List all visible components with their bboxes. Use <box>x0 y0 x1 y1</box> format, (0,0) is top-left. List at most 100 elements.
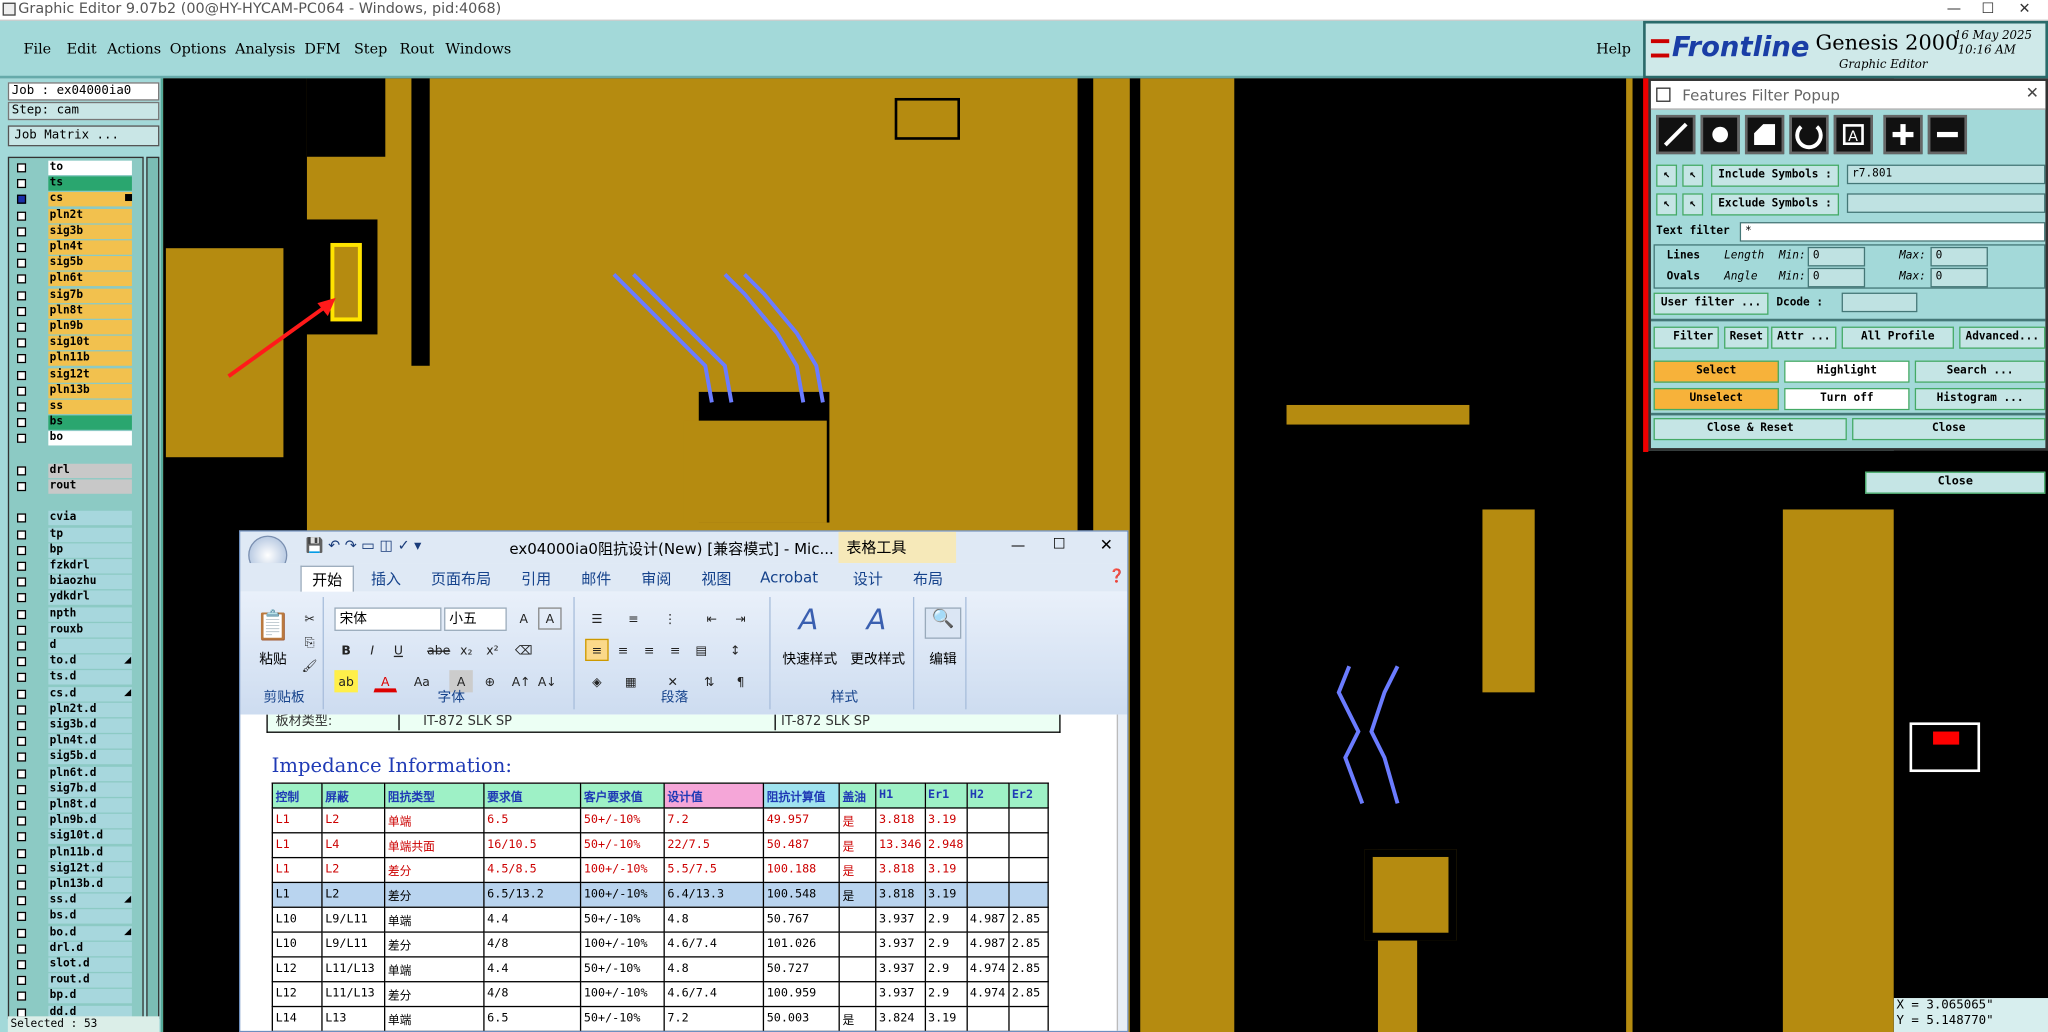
layer-checkbox[interactable] <box>16 657 27 667</box>
edit-button[interactable]: 编辑 <box>922 649 964 669</box>
layer-row[interactable]: pln4t.d <box>9 734 142 750</box>
table-cell[interactable]: 3.937 <box>875 981 926 1008</box>
layer-checkbox[interactable] <box>16 466 27 476</box>
positive-polarity-icon[interactable] <box>1883 114 1923 155</box>
menu-file[interactable]: File <box>24 40 52 57</box>
align-right-icon[interactable]: ≡ <box>637 639 661 661</box>
layer-row[interactable]: pln9b <box>9 320 142 336</box>
italic-icon[interactable]: I <box>360 639 384 661</box>
table-cell[interactable]: 4.8 <box>663 906 765 933</box>
text-shape-icon[interactable]: A <box>1833 114 1873 155</box>
table-cell[interactable] <box>966 832 1010 859</box>
table-cell[interactable]: 100+/-10% <box>579 931 665 958</box>
justify-icon[interactable]: ≡ <box>664 639 688 661</box>
exclude-symbols-input[interactable] <box>1846 193 2046 213</box>
layer-name[interactable]: bs.d <box>48 909 132 925</box>
distribute-icon[interactable]: ▤ <box>690 639 714 661</box>
include-symbols-input[interactable]: r7.801 <box>1846 164 2046 185</box>
layer-checkbox[interactable] <box>16 274 27 284</box>
table-cell[interactable]: 4.8 <box>663 956 765 983</box>
layer-row[interactable]: bo <box>9 431 142 448</box>
table-cell[interactable]: L11/L13 <box>321 981 386 1008</box>
align-left-icon[interactable]: ≡ <box>585 638 609 662</box>
table-cell[interactable]: 16/10.5 <box>483 832 582 859</box>
table-cell[interactable]: L13 <box>321 1005 386 1031</box>
layer-name[interactable]: pln13b <box>48 383 132 399</box>
layer-checkbox[interactable] <box>16 529 27 539</box>
table-cell[interactable]: 是 <box>838 856 877 884</box>
include-arrow2-icon[interactable]: ↖ <box>1682 164 1704 187</box>
table-cell[interactable]: 50+/-10% <box>579 906 665 933</box>
layer-row[interactable]: fzkdrl <box>9 559 142 575</box>
layer-checkbox[interactable] <box>16 641 27 651</box>
table-cell[interactable]: L1 <box>271 807 323 834</box>
table-cell[interactable] <box>966 856 1010 884</box>
layer-row[interactable] <box>9 448 142 464</box>
table-cell[interactable]: 3.818 <box>875 881 926 908</box>
layer-checkbox[interactable] <box>16 673 27 683</box>
layer-name[interactable]: sig10t.d <box>48 830 132 845</box>
increase-indent-icon[interactable]: ⇥ <box>729 607 753 629</box>
table-cell[interactable] <box>838 956 877 983</box>
table-row[interactable]: L12 L11/L13 单端 4.4 50+/-10% 4.8 50.727 3.937 2.9… <box>271 956 1049 983</box>
job-matrix-button[interactable]: Job Matrix ... <box>7 125 160 147</box>
tab-design[interactable]: 设计 <box>853 568 883 589</box>
close-window-button[interactable]: ✕ <box>2011 0 2037 17</box>
table-cell[interactable]: 4.987 <box>966 906 1010 933</box>
layer-checkbox[interactable] <box>16 195 27 205</box>
table-row[interactable]: L1 L4 单端共面 16/10.5 50+/-10% 22/7.5 50.487 是 13.3… <box>271 832 1049 859</box>
table-cell[interactable]: 4.4 <box>483 956 582 983</box>
table-cell[interactable]: L2 <box>321 856 386 884</box>
cut-icon[interactable]: ✂ <box>298 607 322 629</box>
table-cell[interactable]: 3.937 <box>875 906 926 933</box>
table-cell[interactable]: L1 <box>271 832 323 859</box>
layer-row[interactable]: rout <box>9 479 142 495</box>
table-cell[interactable]: L12 <box>271 981 323 1008</box>
table-row[interactable]: L12 L11/L13 差分 4/8 100+/-10% 4.6/7.4 100.959 3.… <box>271 981 1049 1008</box>
layer-checkbox[interactable] <box>16 912 27 922</box>
strikethrough-icon[interactable]: abe <box>426 639 450 661</box>
table-cell[interactable]: L1 <box>271 856 323 884</box>
menu-dfm[interactable]: DFM <box>304 40 340 57</box>
table-cell[interactable]: 49.957 <box>762 807 840 834</box>
length-checkbox[interactable]: Length <box>1724 250 1764 263</box>
table-cell[interactable] <box>1007 832 1049 859</box>
table-cell[interactable]: 4.974 <box>966 981 1010 1008</box>
layer-row[interactable]: rout.d <box>9 973 142 989</box>
layer-checkbox[interactable] <box>16 737 27 747</box>
menu-help[interactable]: Help <box>1596 40 1631 57</box>
layer-checkbox[interactable] <box>16 752 27 763</box>
layer-checkbox[interactable] <box>16 513 27 524</box>
table-cell[interactable]: 4.6/7.4 <box>663 981 765 1008</box>
layer-name[interactable]: drl <box>48 463 132 478</box>
table-cell[interactable]: L2 <box>321 881 386 908</box>
document-scrollbar[interactable] <box>1116 714 1128 1031</box>
layer-row[interactable]: sig7b <box>9 288 142 304</box>
char-border-icon[interactable]: A <box>538 607 562 630</box>
table-cell[interactable]: 100.548 <box>762 881 840 908</box>
layer-checkbox[interactable] <box>16 179 27 189</box>
text-filter-input[interactable]: * <box>1739 222 2046 242</box>
layer-name[interactable]: rout.d <box>48 973 132 988</box>
table-cell[interactable]: L9/L11 <box>321 931 386 958</box>
layer-checkbox[interactable] <box>16 386 27 396</box>
all-profile-select[interactable]: All Profile <box>1841 326 1954 349</box>
layer-name[interactable]: sig7b.d <box>48 782 132 797</box>
font-size-combo[interactable]: 小五 <box>444 607 507 631</box>
table-cell[interactable] <box>1007 1005 1049 1031</box>
table-cell[interactable]: 单端 <box>383 956 485 983</box>
advanced-button[interactable]: Advanced... <box>1959 326 2046 349</box>
numbering-icon[interactable]: ≡ <box>622 607 646 629</box>
change-styles-button[interactable]: 更改样式 <box>844 649 912 669</box>
histogram-button[interactable]: Histogram ... <box>1914 387 2046 411</box>
clear-format-icon[interactable]: ⌫ <box>512 639 536 661</box>
negative-polarity-icon[interactable] <box>1927 114 1968 155</box>
pad-shape-icon[interactable] <box>1700 114 1740 155</box>
tab-home[interactable]: 开始 <box>300 565 354 592</box>
layer-checkbox[interactable] <box>16 705 27 715</box>
include-symbols-button[interactable]: Include Symbols : <box>1711 164 1840 187</box>
layer-name[interactable]: bo <box>48 431 132 446</box>
layer-name[interactable]: npth <box>48 606 132 622</box>
layer-name[interactable]: cs.d <box>48 686 132 701</box>
table-cell[interactable]: 2.85 <box>1007 931 1049 958</box>
